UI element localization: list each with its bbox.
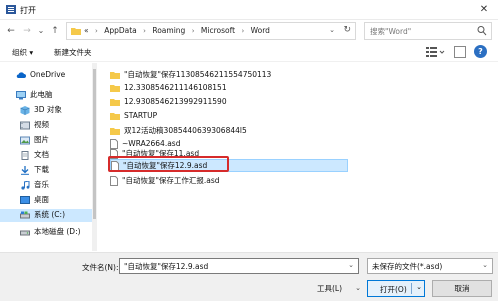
- sidebar-item-drive-d[interactable]: 本地磁盘 (D:): [20, 226, 81, 239]
- folder-icon: [110, 72, 120, 79]
- list-item[interactable]: "自动恢复"保存工作汇报.asd: [110, 175, 340, 188]
- open-button[interactable]: 打开(O) ⌄: [367, 280, 425, 297]
- chevron-down-icon: ⌄: [355, 284, 361, 292]
- chevron-down-icon: ⌄: [482, 261, 488, 269]
- picture-icon: [20, 136, 30, 144]
- file-list: "自动恢复"保存11308546211554750113 12.33085462…: [100, 63, 498, 251]
- cube-icon: [20, 105, 30, 115]
- help-icon[interactable]: ?: [474, 45, 487, 58]
- chevron-down-icon[interactable]: ⌄: [348, 261, 354, 269]
- sidebar-item-videos[interactable]: 视频: [20, 119, 49, 132]
- search-input[interactable]: 搜索"Word": [364, 22, 492, 40]
- navigation-pane: OneDrive 此电脑 3D 对象 视频 图片 文档 下载 音乐 桌面 系统 …: [0, 63, 95, 251]
- navigation-bar: ← → ⌄ ↑ « › AppData › Roaming › Microsof…: [0, 20, 498, 42]
- sidebar-scrollbar[interactable]: [92, 63, 97, 251]
- chevron-right-icon: ›: [241, 27, 245, 35]
- preview-pane-icon[interactable]: [454, 46, 466, 58]
- video-icon: [20, 121, 30, 129]
- cloud-icon: [16, 71, 26, 78]
- breadcrumb-roaming[interactable]: Roaming: [152, 26, 185, 35]
- window-title: 打开: [20, 6, 36, 15]
- breadcrumb: « › AppData › Roaming › Microsoft › Word: [84, 26, 270, 35]
- folder-icon: [110, 99, 120, 106]
- folder-icon: [110, 85, 120, 92]
- folder-icon: [71, 28, 81, 35]
- title-bar: 打开 ✕: [0, 0, 498, 20]
- close-icon[interactable]: ✕: [476, 2, 492, 18]
- chevron-right-icon: ›: [191, 27, 195, 35]
- breadcrumb-appdata[interactable]: AppData: [104, 26, 137, 35]
- sidebar-item-onedrive[interactable]: OneDrive: [16, 70, 65, 83]
- drive-icon: [20, 230, 30, 235]
- sidebar-item-this-pc[interactable]: 此电脑: [16, 89, 53, 102]
- list-item[interactable]: STARTUP: [110, 111, 340, 124]
- sidebar-item-documents[interactable]: 文档: [20, 149, 49, 162]
- filename-value: "自动恢复"保存12.9.asd: [124, 262, 209, 271]
- list-item[interactable]: 双12活动稿3085440639306844l5: [110, 125, 340, 138]
- button-divider: [411, 283, 412, 294]
- drive-icon: [20, 211, 30, 218]
- search-icon[interactable]: [477, 25, 487, 37]
- breadcrumb-microsoft[interactable]: Microsoft: [201, 26, 235, 35]
- sidebar-item-pictures[interactable]: 图片: [20, 134, 49, 147]
- computer-icon: [16, 90, 26, 99]
- chevron-right-icon: ›: [94, 27, 98, 35]
- folder-icon: [110, 128, 120, 135]
- cancel-button[interactable]: 取消: [432, 280, 492, 297]
- chevron-down-icon[interactable]: ⌄: [416, 283, 422, 291]
- filetype-select[interactable]: 未保存的文件(*.asd) ⌄: [367, 258, 493, 274]
- tools-label: 工具(L): [317, 284, 343, 293]
- list-item[interactable]: 12.3308546211146108151: [110, 83, 340, 96]
- refresh-icon[interactable]: ↻: [343, 25, 351, 35]
- command-bar: 组织 ▾ 新建文件夹 ?: [0, 42, 498, 62]
- chevron-right-icon: ›: [143, 27, 146, 35]
- view-options-icon[interactable]: [426, 46, 446, 58]
- dialog-footer: 文件名(N): "自动恢复"保存12.9.asd ⌄ 未保存的文件(*.asd)…: [0, 252, 498, 301]
- sidebar-item-3d-objects[interactable]: 3D 对象: [20, 104, 62, 117]
- music-icon: [21, 180, 30, 190]
- recent-locations-icon[interactable]: ⌄: [34, 23, 48, 39]
- open-label: 打开(O): [380, 285, 407, 294]
- sidebar-item-desktop[interactable]: 桌面: [20, 194, 49, 207]
- new-folder-button[interactable]: 新建文件夹: [54, 47, 92, 58]
- filename-input[interactable]: "自动恢复"保存12.9.asd ⌄: [119, 258, 359, 274]
- list-item[interactable]: "自动恢复"保存11308546211554750113: [110, 69, 340, 82]
- filetype-value: 未保存的文件(*.asd): [372, 262, 443, 271]
- scrollbar-thumb[interactable]: [93, 69, 96, 219]
- document-icon: [21, 150, 29, 160]
- chevron-down-icon[interactable]: ⌄: [329, 26, 335, 34]
- list-item[interactable]: 12.9308546213992911590: [110, 97, 340, 110]
- organize-button[interactable]: 组织 ▾: [12, 47, 33, 58]
- search-placeholder: 搜索"Word": [370, 27, 412, 36]
- back-arrow-icon[interactable]: ←: [4, 23, 18, 39]
- sidebar-item-downloads[interactable]: 下载: [20, 164, 49, 177]
- file-icon: [110, 176, 118, 186]
- breadcrumb-word[interactable]: Word: [251, 26, 270, 35]
- folder-icon: [110, 113, 120, 120]
- filename-label: 文件名(N):: [82, 263, 119, 272]
- address-bar[interactable]: « › AppData › Roaming › Microsoft › Word…: [66, 22, 356, 40]
- sidebar-item-drive-c[interactable]: 系统 (C:): [0, 209, 92, 222]
- word-app-icon: [6, 5, 16, 14]
- desktop-icon: [20, 195, 30, 204]
- breadcrumb-overflow[interactable]: «: [84, 26, 89, 35]
- up-arrow-icon[interactable]: ↑: [48, 23, 62, 39]
- download-icon: [21, 165, 29, 175]
- forward-arrow-icon[interactable]: →: [20, 23, 34, 39]
- sidebar-item-music[interactable]: 音乐: [20, 179, 49, 192]
- tools-button[interactable]: 工具(L) ⌄: [315, 281, 361, 296]
- red-highlight-box: [108, 156, 229, 172]
